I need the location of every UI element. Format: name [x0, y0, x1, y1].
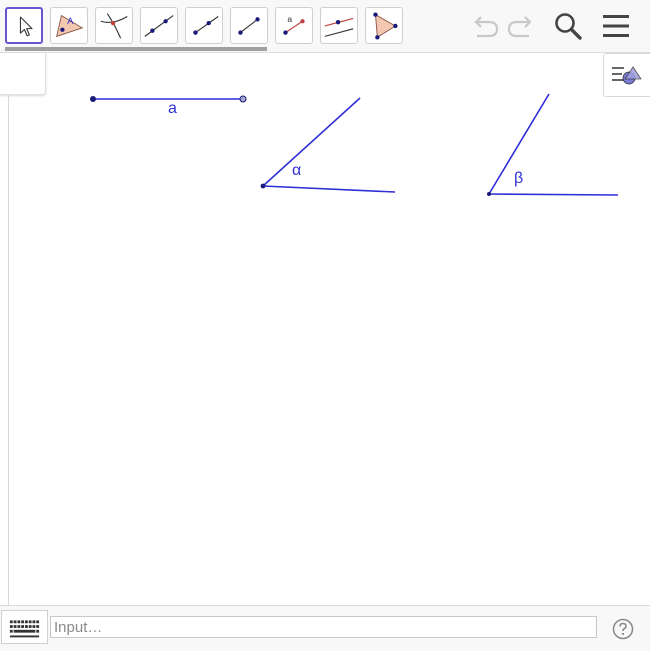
cursor-arrow-icon — [19, 16, 33, 37]
line-tool-button[interactable] — [140, 7, 178, 44]
segment-fixed-length-tool-button[interactable]: a — [275, 7, 313, 44]
redo-icon — [507, 16, 532, 38]
segment-tool-button[interactable] — [230, 7, 268, 44]
svg-text:A: A — [67, 16, 74, 27]
style-bar-icon — [612, 66, 642, 85]
segment-label[interactable]: a — [168, 101, 177, 117]
angle-beta-arm-lower[interactable] — [488, 193, 619, 196]
input-bar — [0, 605, 650, 651]
intersect-curves-icon — [100, 13, 128, 39]
search-icon — [555, 13, 582, 40]
parallel-line-tool-button[interactable] — [320, 7, 358, 44]
line-two-points-icon — [144, 15, 174, 37]
point[interactable] — [90, 96, 96, 102]
toolbar: A a — [0, 0, 650, 53]
point[interactable] — [239, 95, 247, 103]
move-tool-button[interactable] — [5, 7, 43, 44]
angle-alpha-arm-upper[interactable] — [262, 97, 361, 187]
graphics-view[interactable]: a α β — [9, 53, 650, 605]
angle-alpha-arm-lower[interactable] — [262, 185, 396, 193]
toolbar-scrollbar[interactable] — [5, 47, 267, 51]
triangle-icon — [373, 12, 398, 40]
point[interactable] — [487, 192, 491, 196]
polygon-tool-button[interactable]: A — [50, 7, 88, 44]
keyboard-button[interactable] — [1, 610, 48, 644]
angle-alpha-label[interactable]: α — [292, 163, 301, 179]
svg-text:a: a — [287, 14, 292, 24]
redo-button[interactable] — [505, 10, 537, 42]
search-button[interactable] — [552, 10, 584, 42]
polygon-point-a-icon: A — [56, 14, 84, 38]
main-menu-button[interactable] — [600, 10, 632, 42]
ray-icon — [193, 16, 219, 35]
intersect-tool-button[interactable] — [95, 7, 133, 44]
keyboard-icon — [9, 620, 40, 638]
polygon-triangle-tool-button[interactable] — [365, 7, 403, 44]
hamburger-menu-icon — [603, 15, 629, 37]
style-bar-toggle[interactable] — [603, 53, 650, 97]
ray-tool-button[interactable] — [185, 7, 223, 44]
undo-icon — [474, 16, 499, 38]
angle-beta-label[interactable]: β — [514, 171, 523, 187]
undo-button[interactable] — [469, 10, 501, 42]
segment-length-a-icon: a — [283, 14, 305, 35]
segment-icon — [238, 17, 260, 35]
point[interactable] — [260, 183, 266, 189]
input-field[interactable] — [50, 616, 597, 638]
graphics-canvas[interactable] — [9, 53, 650, 605]
help-button[interactable] — [612, 618, 634, 640]
parallel-line-icon — [324, 17, 354, 37]
help-icon — [612, 618, 634, 640]
